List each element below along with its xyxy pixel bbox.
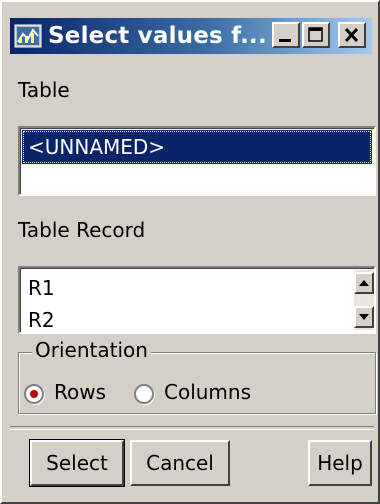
columns-radio[interactable] xyxy=(134,384,154,404)
table-record-label: Table Record xyxy=(18,218,146,242)
minimize-button[interactable] xyxy=(272,22,300,48)
cancel-button[interactable]: Cancel xyxy=(130,440,230,486)
columns-radio-label[interactable]: Columns xyxy=(164,380,251,404)
scroll-up-button[interactable] xyxy=(354,272,374,294)
close-button[interactable] xyxy=(338,22,366,48)
table-label: Table xyxy=(18,78,70,102)
select-button[interactable]: Select xyxy=(29,439,125,487)
orientation-legend: Orientation xyxy=(32,338,151,362)
app-icon xyxy=(14,24,42,48)
window-title: Select values f... xyxy=(48,23,267,49)
maximize-button[interactable] xyxy=(302,22,330,48)
button-divider xyxy=(10,426,374,430)
close-icon xyxy=(344,27,359,43)
table-listbox[interactable]: <UNNAMED> xyxy=(18,126,376,196)
record-listbox[interactable]: R1 R2 xyxy=(18,266,376,334)
dialog-window: Select values f... Table <UNNAMED> Table… xyxy=(0,0,380,504)
rows-radio[interactable] xyxy=(24,384,44,404)
help-button[interactable]: Help xyxy=(308,440,372,486)
table-item-unnamed[interactable]: <UNNAMED> xyxy=(22,130,372,164)
list-item[interactable]: R1 xyxy=(28,276,55,300)
minimize-icon xyxy=(279,39,291,42)
scroll-down-button[interactable] xyxy=(354,306,374,328)
arrow-up-icon xyxy=(359,280,369,286)
rows-radio-label[interactable]: Rows xyxy=(54,380,106,404)
list-item[interactable]: R2 xyxy=(28,308,55,332)
arrow-down-icon xyxy=(359,314,369,320)
maximize-icon xyxy=(308,27,323,42)
radio-selected-dot xyxy=(30,390,38,398)
